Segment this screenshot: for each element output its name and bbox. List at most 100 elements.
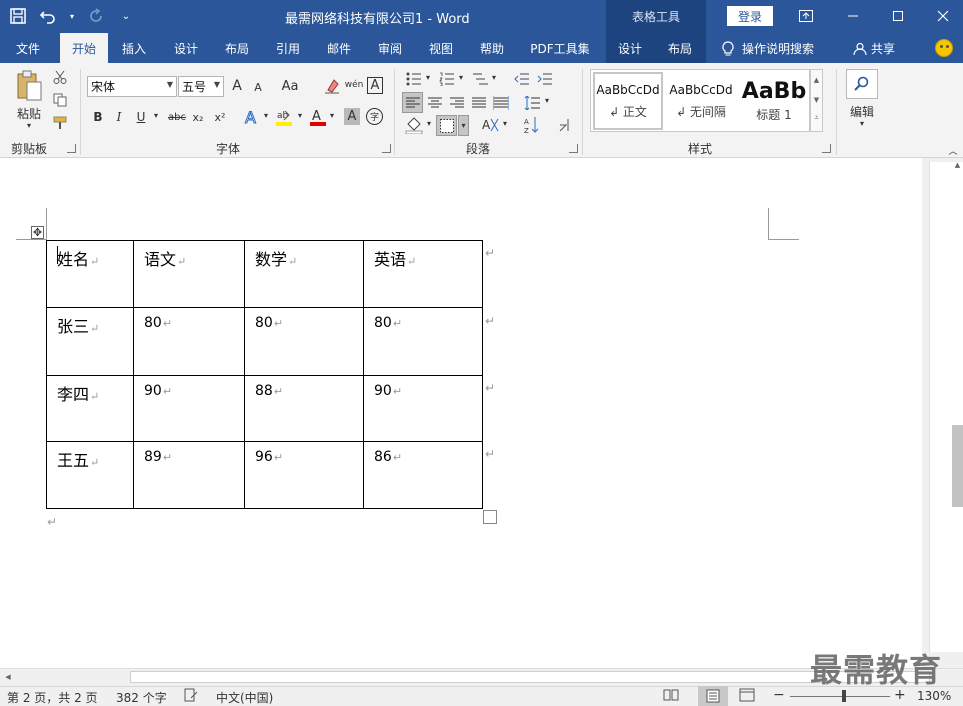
- cut-icon[interactable]: [52, 69, 68, 85]
- minimize-icon[interactable]: [841, 4, 865, 28]
- table-cell[interactable]: 王五↵: [46, 441, 134, 509]
- tab-table-design[interactable]: 设计: [608, 33, 652, 63]
- table-cell[interactable]: 90↵: [363, 375, 483, 442]
- shading-dropdown-icon[interactable]: ▾: [425, 119, 433, 128]
- editing-dropdown-icon[interactable]: ▾: [857, 119, 867, 128]
- multilevel-list-icon[interactable]: [471, 71, 489, 87]
- ribbon-display-options-icon[interactable]: [794, 4, 818, 28]
- collapse-ribbon-icon[interactable]: ︿: [947, 145, 959, 157]
- vertical-scroll-thumb[interactable]: [952, 425, 963, 507]
- font-size-combo[interactable]: 五号 ▼: [178, 76, 224, 97]
- table-cell[interactable]: 86↵: [363, 441, 483, 509]
- more-styles-icon[interactable]: ⩡: [811, 110, 822, 126]
- table-cell[interactable]: 90↵: [133, 375, 245, 442]
- tab-home[interactable]: 开始: [60, 33, 108, 63]
- tab-help[interactable]: 帮助: [470, 33, 514, 63]
- table-cell[interactable]: 88↵: [244, 375, 364, 442]
- score-table[interactable]: 姓名↵ 语文↵ 数学↵ 英语↵ 张三↵ 80↵ 80↵ 80↵ 李四↵ 90↵ 88↵ 90↵ 王五↵ 8…: [46, 240, 483, 509]
- italic-button[interactable]: I: [112, 108, 126, 126]
- numbering-dropdown-icon[interactable]: ▾: [457, 73, 465, 82]
- zoom-slider-thumb[interactable]: [842, 690, 846, 702]
- redo-icon[interactable]: [86, 6, 106, 26]
- shading-icon[interactable]: [404, 115, 424, 135]
- line-spacing-icon[interactable]: [522, 93, 542, 113]
- superscript-button[interactable]: x²: [212, 108, 228, 126]
- character-border-icon[interactable]: A: [367, 77, 383, 94]
- zoom-slider[interactable]: [790, 696, 890, 697]
- find-icon[interactable]: [846, 69, 878, 99]
- clear-formatting-icon[interactable]: [323, 77, 341, 95]
- text-effects-icon[interactable]: A: [243, 107, 261, 127]
- table-cell[interactable]: 80↵: [244, 307, 364, 376]
- table-resize-handle[interactable]: [483, 510, 497, 524]
- tab-mailings[interactable]: 邮件: [317, 33, 361, 63]
- font-launcher-icon[interactable]: [382, 144, 391, 153]
- feedback-smiley-icon[interactable]: [935, 39, 953, 57]
- borders-dropdown-icon[interactable]: ▾: [458, 115, 469, 136]
- increase-indent-icon[interactable]: [536, 71, 554, 87]
- highlight-icon[interactable]: ab: [274, 107, 294, 127]
- chinese-layout-dropdown-icon[interactable]: ▾: [501, 119, 509, 128]
- sort-icon[interactable]: AZ: [522, 115, 542, 135]
- paragraph-launcher-icon[interactable]: [569, 144, 578, 153]
- line-spacing-dropdown-icon[interactable]: ▾: [543, 96, 551, 105]
- underline-button[interactable]: U: [134, 108, 148, 126]
- table-cell[interactable]: 英语↵: [363, 240, 483, 308]
- scroll-up-icon[interactable]: ▲: [952, 160, 963, 170]
- login-button[interactable]: 登录: [727, 6, 773, 26]
- shrink-font-icon[interactable]: A: [251, 79, 265, 95]
- chevron-up-icon[interactable]: ▲: [811, 70, 822, 90]
- print-layout-icon[interactable]: [698, 686, 728, 706]
- styles-launcher-icon[interactable]: [822, 144, 831, 153]
- paste-icon[interactable]: [14, 69, 44, 105]
- chevron-down-icon[interactable]: ▼: [811, 90, 822, 110]
- tab-table-layout[interactable]: 布局: [658, 33, 702, 63]
- web-layout-icon[interactable]: [739, 688, 755, 705]
- align-center-icon[interactable]: [425, 93, 445, 113]
- chinese-layout-icon[interactable]: A: [480, 115, 500, 135]
- borders-icon[interactable]: [436, 115, 457, 136]
- share-button[interactable]: 共享: [853, 40, 895, 57]
- close-icon[interactable]: [931, 4, 955, 28]
- text-effects-dropdown-icon[interactable]: ▾: [262, 111, 270, 120]
- table-cell[interactable]: 96↵: [244, 441, 364, 509]
- zoom-in-button[interactable]: +: [894, 687, 906, 703]
- font-color-dropdown-icon[interactable]: ▾: [328, 111, 336, 120]
- table-move-handle-icon[interactable]: ✥: [31, 226, 44, 239]
- read-mode-icon[interactable]: [663, 688, 679, 705]
- underline-dropdown-icon[interactable]: ▾: [151, 111, 161, 120]
- align-left-icon[interactable]: [402, 92, 423, 113]
- paste-dropdown-icon[interactable]: ▾: [24, 121, 34, 130]
- copy-icon[interactable]: [52, 92, 68, 108]
- format-painter-icon[interactable]: [52, 115, 68, 131]
- style-normal[interactable]: AaBbCcDd ↲ 正文: [593, 72, 663, 130]
- tab-references[interactable]: 引用: [266, 33, 310, 63]
- bullets-dropdown-icon[interactable]: ▾: [424, 73, 432, 82]
- phonetic-guide-icon[interactable]: wén: [345, 75, 364, 95]
- numbering-icon[interactable]: [438, 71, 456, 87]
- paste-label[interactable]: 粘贴: [14, 105, 44, 122]
- word-count[interactable]: 382 个字: [116, 689, 167, 706]
- table-cell[interactable]: 80↵: [363, 307, 483, 376]
- styles-gallery-scroll[interactable]: ▲ ▼ ⩡: [810, 69, 823, 132]
- table-cell[interactable]: 姓名↵: [46, 240, 134, 308]
- tab-review[interactable]: 审阅: [368, 33, 412, 63]
- decrease-indent-icon[interactable]: [513, 71, 531, 87]
- table-cell[interactable]: 语文↵: [133, 240, 245, 308]
- tab-design[interactable]: 设计: [164, 33, 208, 63]
- tab-insert[interactable]: 插入: [112, 33, 156, 63]
- tab-layout[interactable]: 布局: [215, 33, 259, 63]
- font-color-icon[interactable]: A: [309, 107, 327, 127]
- table-cell[interactable]: 张三↵: [46, 307, 134, 376]
- tab-view[interactable]: 视图: [419, 33, 463, 63]
- table-cell[interactable]: 数学↵: [244, 240, 364, 308]
- tab-file[interactable]: 文件: [4, 33, 52, 63]
- editing-label[interactable]: 编辑: [844, 103, 880, 120]
- change-case-icon[interactable]: Aa: [279, 77, 301, 95]
- save-icon[interactable]: [8, 6, 28, 26]
- scroll-left-icon[interactable]: ◀: [3, 671, 13, 683]
- show-hide-marks-icon[interactable]: [555, 115, 573, 135]
- bullets-icon[interactable]: [405, 71, 423, 87]
- clipboard-launcher-icon[interactable]: [67, 144, 76, 153]
- table-cell[interactable]: 80↵: [133, 307, 245, 376]
